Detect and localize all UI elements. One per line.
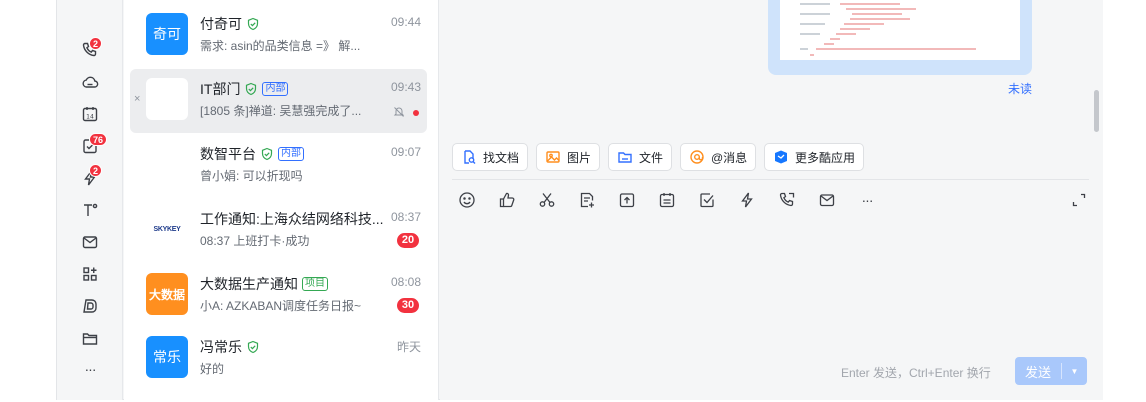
upload-icon[interactable] (617, 190, 637, 210)
conversation-name: IT部门 内部 (200, 79, 289, 99)
expand-icon[interactable] (1069, 190, 1089, 210)
conversation-time: 09:44 (390, 15, 421, 29)
divider (452, 179, 1089, 180)
conversation-name: 冯常乐 (200, 337, 260, 357)
conversation-item[interactable]: 大数据 大数据生产通知 项目 小A: AZKABAN调度任务日报~ 08:08 … (130, 264, 427, 328)
project-tag: 项目 (302, 277, 328, 291)
emoji-icon[interactable] (457, 190, 477, 210)
send-hint: Enter 发送，Ctrl+Enter 换行 (841, 366, 991, 380)
call-icon[interactable] (777, 190, 797, 210)
internal-tag: 内部 (262, 82, 289, 96)
conversation-time: 08:08 (390, 275, 421, 289)
send-button[interactable]: 发送 ▼ (1015, 357, 1087, 385)
mail-icon[interactable] (79, 231, 101, 253)
checkbox-icon[interactable] (697, 190, 717, 210)
lightning-icon[interactable] (737, 190, 757, 210)
verified-icon (244, 82, 258, 96)
conversation-item[interactable]: 数智平台 内部 曾小娟: 可以折现吗 09:07 (130, 134, 427, 198)
unread-badge: 30 (397, 298, 419, 313)
conversation-preview: 曾小娟: 可以折现吗 (200, 169, 303, 183)
doc-add-icon[interactable] (577, 190, 597, 210)
conversation-name: 大数据生产通知 项目 (200, 274, 328, 294)
conversation-item-active[interactable]: × IT部门 内部 [1805 条]禅道: 吴慧强完成了... 09:43 (130, 69, 427, 133)
image-icon (545, 149, 561, 165)
company-logo: SKYKEY (146, 208, 188, 250)
unread-badge: 20 (397, 233, 419, 248)
message-bubble[interactable] (768, 0, 1032, 75)
file-button[interactable]: 文件 (608, 143, 673, 171)
calendar-icon[interactable]: 14 (79, 103, 101, 125)
verified-icon (260, 147, 274, 161)
send-options-chevron-down-icon[interactable]: ▼ (1062, 367, 1087, 376)
conversation-preview: 需求: asin的品类信息 =》 解... (200, 39, 361, 53)
nav-rail: 2 14 76 2 ··· (57, 0, 123, 400)
folder-icon[interactable] (79, 327, 101, 349)
find-doc-button[interactable]: 找文档 (452, 143, 529, 171)
svg-text:14: 14 (86, 114, 94, 121)
calendar-list-icon[interactable] (657, 190, 677, 210)
conversation-name: 付奇可 (200, 14, 260, 34)
internal-tag: 内部 (278, 147, 304, 161)
unread-status: 未读 (1008, 82, 1033, 96)
document-d-icon[interactable] (79, 295, 101, 317)
chat-panel: 未读 找文档 图片 文件 @消息 更多酷应用 ··· Enter 发送，Ctrl… (440, 0, 1103, 400)
avatar: 大数据 (146, 273, 188, 315)
conversation-name: 数智平台 内部 (200, 144, 304, 164)
task-badge: 76 (89, 133, 108, 146)
conversation-preview: 08:37 上班打卡·成功 (200, 234, 310, 248)
verified-icon (246, 340, 260, 354)
at-icon (689, 149, 705, 165)
group-avatar (146, 78, 188, 120)
mute-icon (393, 106, 405, 118)
close-icon[interactable]: × (134, 93, 140, 105)
app-window: 2 14 76 2 ··· 奇可 付奇可 需求: asin的品类信息 =》 解.… (56, 0, 1103, 400)
avatar: 常乐 (146, 336, 188, 378)
avatar: 奇可 (146, 13, 188, 55)
conversation-item[interactable]: 常乐 冯常乐 好的 昨天 (130, 327, 427, 391)
phone-badge: 2 (89, 37, 103, 50)
at-message-button[interactable]: @消息 (680, 143, 757, 171)
conversation-item[interactable]: 奇可 付奇可 需求: asin的品类信息 =》 解... 09:44 (130, 4, 427, 68)
conversation-preview: 好的 (200, 362, 225, 376)
lightning-badge: 2 (89, 164, 103, 177)
find-doc-icon (461, 149, 477, 165)
conversation-name: 工作通知:上海众结网络科技... (200, 211, 384, 227)
image-button[interactable]: 图片 (536, 143, 601, 171)
conversation-time: 昨天 (396, 340, 421, 354)
verified-icon (246, 17, 260, 31)
thumbs-up-icon[interactable] (497, 190, 517, 210)
cool-apps-button[interactable]: 更多酷应用 (764, 143, 865, 171)
scissors-icon[interactable] (537, 190, 557, 210)
conversation-time: 09:07 (390, 145, 421, 159)
conversation-item[interactable]: SKYKEY 工作通知:上海众结网络科技... 08:37 上班打卡·成功 08… (130, 199, 427, 263)
conversation-list: 奇可 付奇可 需求: asin的品类信息 =》 解... 09:44 × IT部… (124, 0, 439, 400)
temperature-icon[interactable] (79, 199, 101, 221)
mail-icon[interactable] (817, 190, 837, 210)
apps-grid-icon[interactable] (79, 263, 101, 285)
conversation-time: 09:43 (390, 80, 421, 94)
conversation-preview: 小A: AZKABAN调度任务日报~ (200, 299, 362, 313)
send-label: 发送 (1024, 364, 1051, 380)
conversation-time: 08:37 (390, 210, 421, 224)
cloud-icon[interactable] (79, 71, 101, 93)
more-icon[interactable]: ··· (79, 358, 101, 380)
folder-file-icon (617, 149, 633, 165)
unread-dot (413, 110, 419, 116)
message-image[interactable] (780, 0, 1020, 60)
conversation-preview: [1805 条]禅道: 吴慧强完成了... (200, 104, 362, 118)
scrollbar[interactable] (1094, 90, 1099, 132)
more-icon[interactable]: ··· (857, 190, 877, 210)
group-avatar (146, 143, 188, 185)
cool-apps-icon (773, 149, 789, 165)
